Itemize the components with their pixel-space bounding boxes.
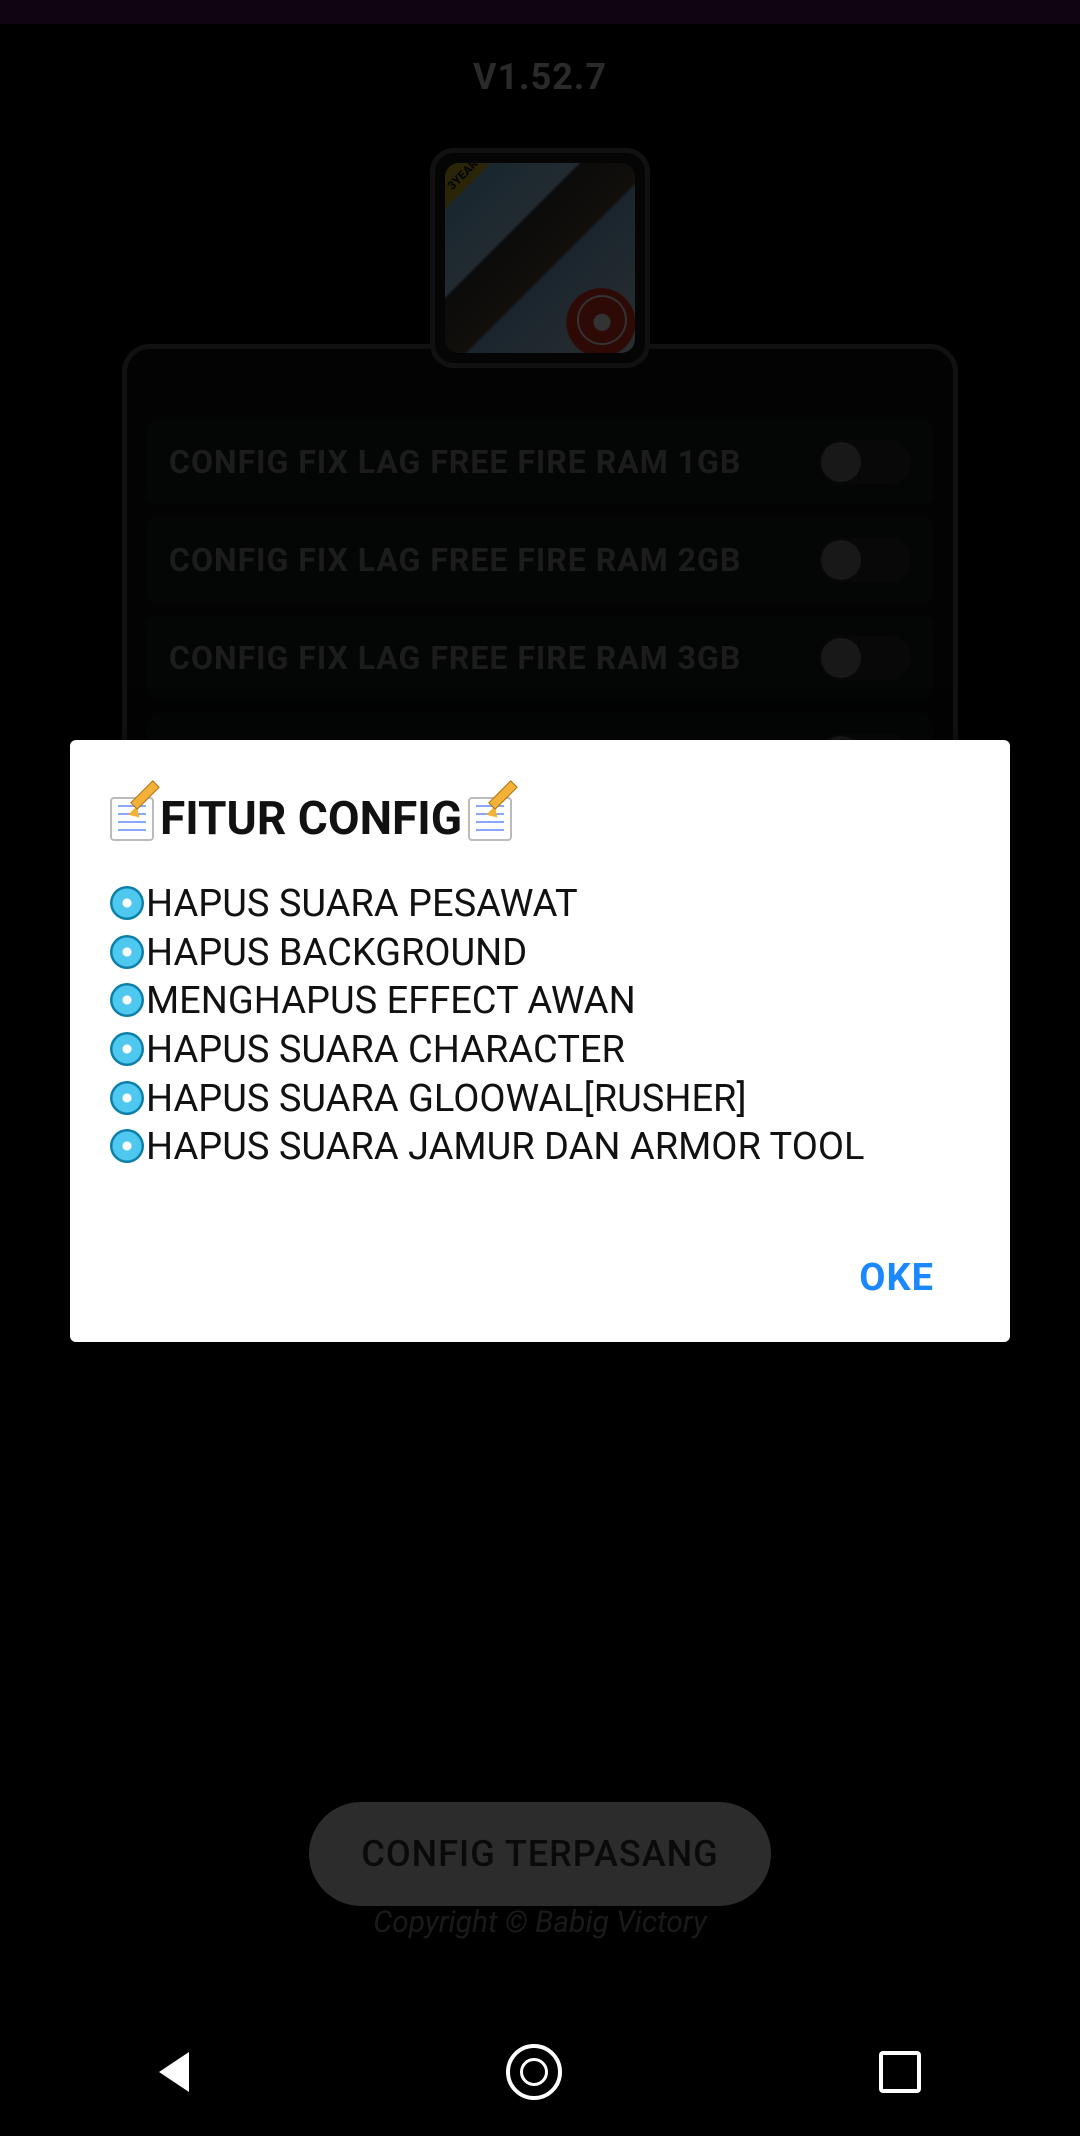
nav-recent-icon[interactable] [879,2051,921,2093]
dialog-item: HAPUS SUARA CHARACTER [110,1026,970,1075]
dialog-body: HAPUS SUARA PESAWAT HAPUS BACKGROUND MEN… [110,880,970,1172]
bullet-icon [110,1081,144,1115]
dialog-item-text: HAPUS SUARA CHARACTER [146,1026,625,1075]
memo-pencil-icon [110,797,154,841]
ok-button[interactable]: OKE [823,1242,970,1314]
feature-dialog: FITUR CONFIG HAPUS SUARA PESAWAT HAPUS B… [70,740,1010,1342]
dialog-item-text: HAPUS SUARA PESAWAT [146,880,578,929]
bullet-icon [110,1032,144,1066]
bullet-icon [110,983,144,1017]
dialog-actions: OKE [110,1242,970,1314]
bullet-icon [110,1129,144,1163]
dialog-item-text: MENGHAPUS EFFECT AWAN [146,977,636,1026]
memo-pencil-icon [468,797,512,841]
dialog-item-text: HAPUS SUARA JAMUR DAN ARMOR TOOL [146,1125,864,1169]
bullet-icon [110,886,144,920]
dialog-item: HAPUS SUARA GLOOWAL[RUSHER] [110,1075,970,1124]
dialog-item: HAPUS BACKGROUND [110,929,970,978]
nav-back-icon[interactable] [159,2052,189,2092]
dialog-item-text: HAPUS SUARA GLOOWAL[RUSHER] [146,1075,747,1124]
dialog-title: FITUR CONFIG [110,792,970,846]
bullet-icon [110,935,144,969]
app-root: V1.52.7 CONFIG FIX LAG FREE FIRE RAM 1GB… [0,0,1080,2136]
dialog-item: MENGHAPUS EFFECT AWAN [110,977,970,1026]
nav-home-icon[interactable] [506,2044,562,2100]
dialog-title-text: FITUR CONFIG [160,792,462,846]
dialog-item: HAPUS SUARA PESAWAT [110,880,970,929]
dialog-item-text: HAPUS BACKGROUND [146,929,527,978]
dialog-item: HAPUS SUARA JAMUR DAN ARMOR TOOL [110,1123,970,1172]
navigation-bar [0,2008,1080,2136]
